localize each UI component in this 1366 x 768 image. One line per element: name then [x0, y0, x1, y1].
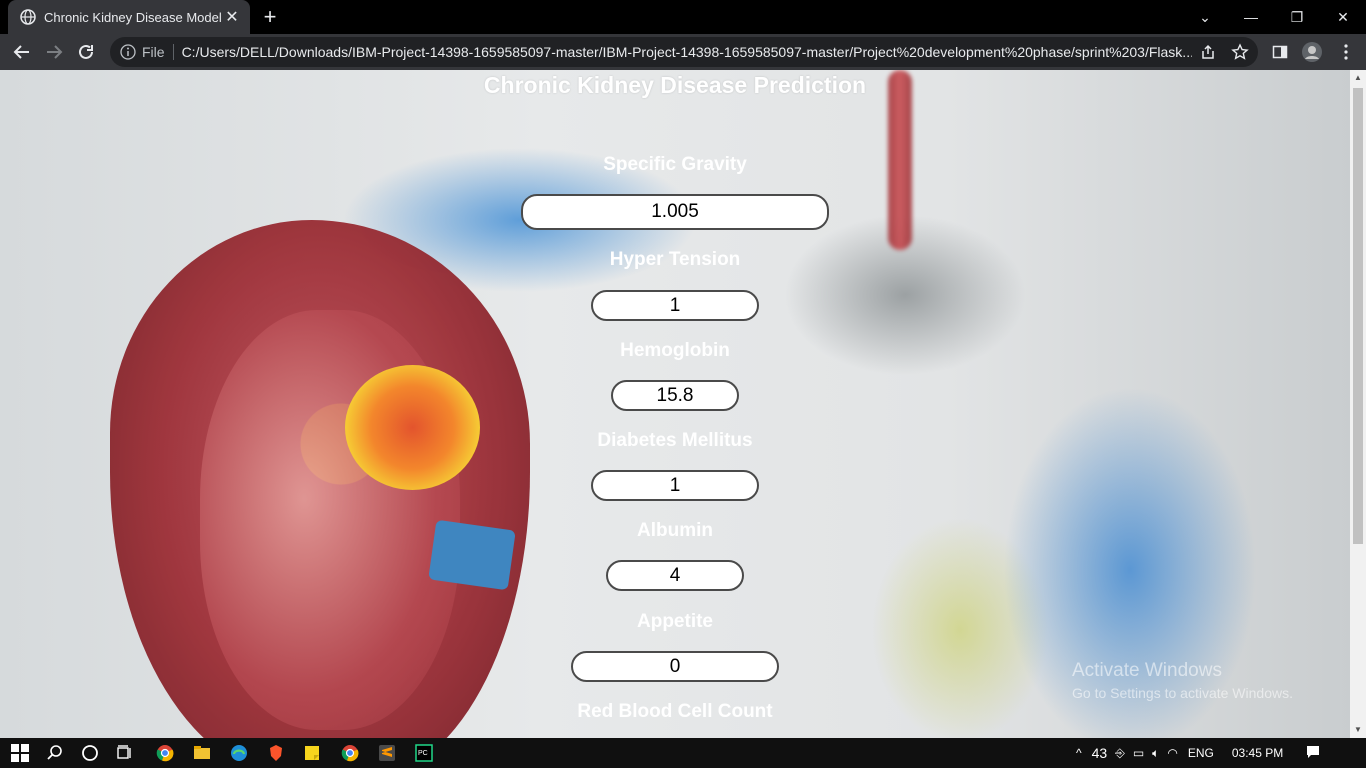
info-icon	[120, 44, 136, 60]
clock-time[interactable]: 03:45 PM	[1232, 746, 1283, 760]
file-explorer-icon[interactable]	[190, 741, 214, 765]
system-tray: ^ 43 ⎆ ▭ 🔈︎ ◠ ENG 03:45 PM	[1076, 738, 1321, 768]
battery-icon[interactable]: ▭	[1133, 746, 1144, 760]
edge-icon[interactable]	[227, 741, 251, 765]
label-hemoglobin: Hemoglobin	[620, 340, 730, 361]
weather-temperature[interactable]: 43	[1092, 745, 1108, 761]
windows-start-icon[interactable]	[8, 741, 32, 765]
sticky-notes-icon[interactable]	[300, 741, 324, 765]
new-tab-button[interactable]: +	[258, 4, 282, 29]
input-language[interactable]: ENG	[1188, 746, 1214, 760]
url-text[interactable]: C:/Users/DELL/Downloads/IBM-Project-1439…	[182, 44, 1192, 60]
label-albumin: Albumin	[637, 520, 713, 541]
meet-now-icon[interactable]: ⎆	[1115, 746, 1125, 761]
more-menu-icon[interactable]	[1334, 40, 1358, 64]
back-button[interactable]	[10, 40, 34, 64]
search-icon[interactable]	[43, 741, 67, 765]
pycharm-icon[interactable]: PC	[412, 741, 436, 765]
windows-taskbar: PC ^ 43 ⎆ ▭ 🔈︎ ◠ ENG 03:45 PM	[0, 738, 1366, 768]
browser-tab[interactable]: Chronic Kidney Disease Model ✕	[8, 0, 250, 34]
label-diabetes-mellitus: Diabetes Mellitus	[597, 430, 753, 451]
globe-icon	[20, 9, 36, 25]
label-red-blood-cell-count: Red Blood Cell Count	[577, 701, 773, 722]
address-scheme: File	[142, 44, 165, 60]
vertical-scrollbar[interactable]: ▲ ▼	[1350, 70, 1366, 738]
chrome-icon[interactable]	[153, 741, 177, 765]
task-view-icon[interactable]	[113, 741, 137, 765]
specific-gravity-input[interactable]	[521, 194, 829, 230]
browser-tab-strip: Chronic Kidney Disease Model ✕ + ⌄ — ❐ ✕	[0, 0, 1366, 34]
page-viewport: Chronic Kidney Disease Prediction Specif…	[0, 70, 1350, 738]
profile-avatar[interactable]	[1300, 40, 1324, 64]
sublime-text-icon[interactable]	[375, 741, 399, 765]
notifications-icon[interactable]	[1305, 744, 1321, 763]
side-panel-icon[interactable]	[1268, 40, 1292, 64]
scroll-up-icon[interactable]: ▲	[1354, 74, 1362, 82]
restore-button[interactable]: ❐	[1274, 0, 1320, 34]
chrome-active-icon[interactable]	[338, 741, 362, 765]
activate-windows-title: Activate Windows	[1072, 660, 1222, 681]
bookmark-star-icon[interactable]	[1228, 40, 1252, 64]
forward-button[interactable]	[42, 40, 66, 64]
show-hidden-icons-icon[interactable]: ^	[1076, 746, 1082, 760]
close-window-button[interactable]: ✕	[1320, 0, 1366, 34]
browser-toolbar: File C:/Users/DELL/Downloads/IBM-Project…	[0, 34, 1366, 70]
arrow-left-icon	[13, 45, 29, 59]
appetite-input[interactable]	[571, 651, 779, 682]
share-icon[interactable]	[1196, 40, 1220, 64]
arrow-right-icon	[47, 45, 63, 59]
page-title: Chronic Kidney Disease Prediction	[483, 72, 867, 98]
scroll-down-icon[interactable]: ▼	[1354, 726, 1362, 734]
activate-windows-subtitle: Go to Settings to activate Windows.	[1072, 685, 1293, 701]
svg-text:PC: PC	[418, 750, 428, 757]
wifi-icon[interactable]: ◠	[1167, 746, 1177, 760]
cortana-icon[interactable]	[78, 741, 102, 765]
volume-muted-icon[interactable]: 🔈︎	[1152, 746, 1159, 761]
diabetes-mellitus-input[interactable]	[591, 470, 759, 501]
reload-button[interactable]	[74, 40, 98, 64]
tab-title: Chronic Kidney Disease Model	[44, 9, 222, 25]
label-hyper-tension: Hyper Tension	[609, 249, 741, 270]
label-specific-gravity: Specific Gravity	[603, 154, 747, 175]
reload-icon	[79, 44, 93, 59]
tab-search-icon[interactable]: ⌄	[1182, 0, 1228, 34]
albumin-input[interactable]	[606, 560, 744, 591]
address-divider	[172, 44, 174, 60]
kidney-model-core	[345, 365, 480, 490]
close-tab-icon[interactable]: ✕	[224, 9, 240, 26]
label-appetite: Appetite	[637, 611, 713, 632]
hemoglobin-input[interactable]	[611, 380, 739, 411]
brave-icon[interactable]	[264, 741, 288, 765]
minimize-button[interactable]: —	[1228, 0, 1274, 34]
hyper-tension-input[interactable]	[591, 290, 759, 321]
scrollbar-thumb[interactable]	[1353, 88, 1363, 544]
address-bar[interactable]: File C:/Users/DELL/Downloads/IBM-Project…	[110, 37, 1258, 67]
